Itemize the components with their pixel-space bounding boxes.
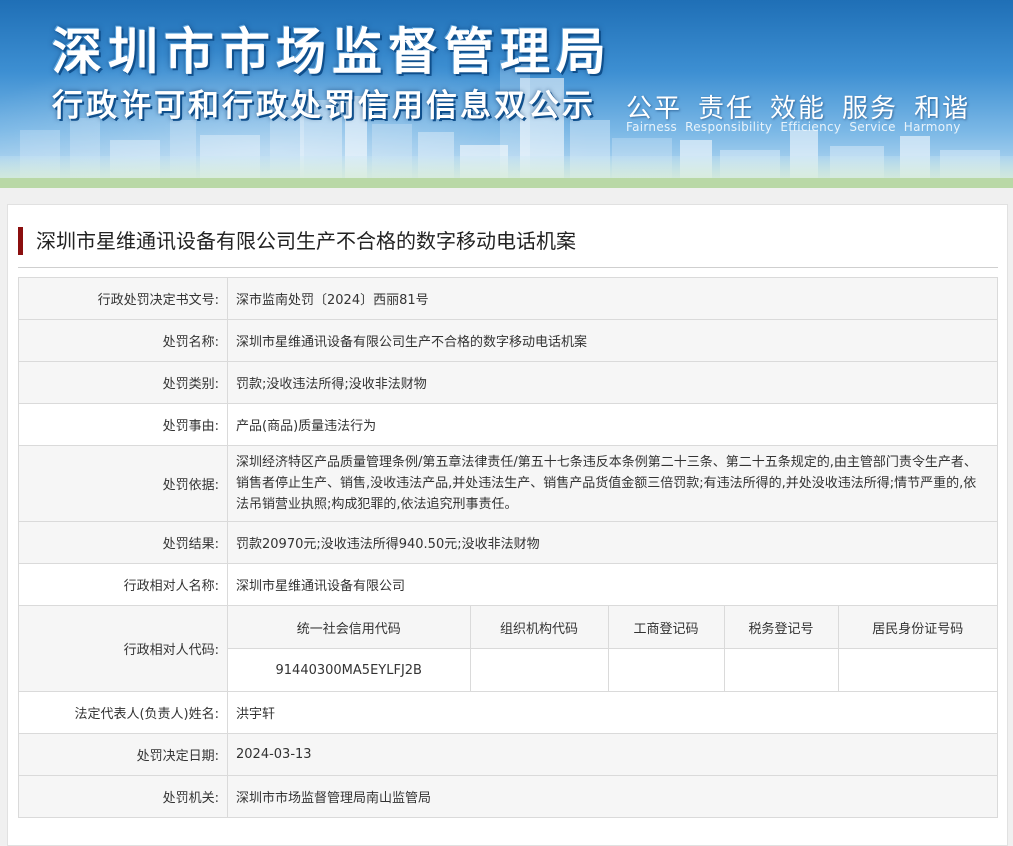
party-codes-table: 统一社会信用代码 组织机构代码 工商登记码 税务登记号 居民身份证号码 9144… (228, 606, 997, 691)
penalty-basis-value: 深圳经济特区产品质量管理条例/第五章法律责任/第五十七条违反本条例第二十三条、第… (227, 445, 998, 522)
business-reg-value (607, 648, 724, 691)
slogan-en-harmony: Harmony (903, 120, 961, 134)
banner-green-strip (0, 178, 1013, 188)
row-label: 行政处罚决定书文号: (18, 277, 228, 320)
codes-header-business-reg: 工商登记码 (607, 606, 724, 649)
row-label: 处罚依据: (18, 445, 228, 522)
case-info-table: 行政处罚决定书文号: 深市监南处罚〔2024〕西丽81号 处罚名称: 深圳市星维… (18, 277, 998, 818)
table-row: 处罚事由: 产品(商品)质量违法行为 (18, 403, 998, 446)
table-row: 行政相对人代码: 统一社会信用代码 组织机构代码 工商登记码 税务登记号 居民身… (18, 605, 998, 692)
slogan-en-responsibility: Responsibility (685, 120, 773, 134)
row-label: 处罚名称: (18, 319, 228, 362)
legal-rep-value: 洪宇轩 (227, 691, 998, 734)
tax-reg-value (723, 648, 838, 691)
row-label: 处罚结果: (18, 521, 228, 564)
table-row: 处罚名称: 深圳市星维通讯设备有限公司生产不合格的数字移动电话机案 (18, 319, 998, 362)
penalty-authority-value: 深圳市市场监督管理局南山监管局 (227, 775, 998, 818)
agency-title: 深圳市市场监督管理局 (52, 23, 612, 81)
codes-header-tax-reg: 税务登记号 (723, 606, 838, 649)
row-label: 处罚事由: (18, 403, 228, 446)
decision-number-value: 深市监南处罚〔2024〕西丽81号 (227, 277, 998, 320)
slogan-en: Fairness Responsibility Efficiency Service H… (626, 120, 969, 134)
row-label: 法定代表人(负责人)姓名: (18, 691, 228, 734)
codes-header-row: 统一社会信用代码 组织机构代码 工商登记码 税务登记号 居民身份证号码 (228, 606, 997, 649)
penalty-result-value: 罚款20970元;没收违法所得940.50元;没收非法财物 (227, 521, 998, 564)
slogan-en-fairness: Fairness (626, 120, 678, 134)
row-label: 行政相对人名称: (18, 563, 228, 606)
org-code-value (469, 648, 608, 691)
row-label: 处罚决定日期: (18, 733, 228, 776)
portal-subtitle: 行政许可和行政处罚信用信息双公示 (52, 88, 596, 124)
slogan-en-efficiency: Efficiency (780, 120, 842, 134)
row-label: 行政相对人代码: (18, 605, 228, 692)
case-title: 深圳市星维通讯设备有限公司生产不合格的数字移动电话机案 (18, 227, 576, 255)
case-detail-panel: 深圳市星维通讯设备有限公司生产不合格的数字移动电话机案 行政处罚决定书文号: 深… (7, 204, 1008, 846)
decision-date-value: 2024-03-13 (227, 733, 998, 776)
party-codes-cell: 统一社会信用代码 组织机构代码 工商登记码 税务登记号 居民身份证号码 9144… (227, 605, 998, 692)
table-row: 处罚类别: 罚款;没收违法所得;没收非法财物 (18, 361, 998, 404)
table-row: 处罚机关: 深圳市市场监督管理局南山监管局 (18, 775, 998, 818)
site-banner: 深圳市市场监督管理局 行政许可和行政处罚信用信息双公示 公平 责任 效能 服务 和谐 F… (0, 0, 1013, 188)
codes-header-org-code: 组织机构代码 (469, 606, 608, 649)
title-divider (18, 267, 998, 268)
table-row: 行政处罚决定书文号: 深市监南处罚〔2024〕西丽81号 (18, 277, 998, 320)
table-row: 法定代表人(负责人)姓名: 洪宇轩 (18, 691, 998, 734)
row-label: 处罚类别: (18, 361, 228, 404)
penalty-reason-value: 产品(商品)质量违法行为 (227, 403, 998, 446)
slogan-en-service: Service (849, 120, 896, 134)
table-row: 处罚结果: 罚款20970元;没收违法所得940.50元;没收非法财物 (18, 521, 998, 564)
codes-header-credit-code: 统一社会信用代码 (228, 606, 470, 649)
penalty-name-value: 深圳市星维通讯设备有限公司生产不合格的数字移动电话机案 (227, 319, 998, 362)
penalty-type-value: 罚款;没收违法所得;没收非法财物 (227, 361, 998, 404)
table-row: 处罚依据: 深圳经济特区产品质量管理条例/第五章法律责任/第五十七条违反本条例第… (18, 445, 998, 522)
table-row: 处罚决定日期: 2024-03-13 (18, 733, 998, 776)
credit-code-value: 91440300MA5EYLFJ2B (228, 648, 470, 691)
codes-header-id-number: 居民身份证号码 (837, 606, 997, 649)
table-row: 行政相对人名称: 深圳市星维通讯设备有限公司 (18, 563, 998, 606)
party-name-value: 深圳市星维通讯设备有限公司 (227, 563, 998, 606)
id-number-value (837, 648, 997, 691)
row-label: 处罚机关: (18, 775, 228, 818)
codes-value-row: 91440300MA5EYLFJ2B (228, 648, 997, 691)
